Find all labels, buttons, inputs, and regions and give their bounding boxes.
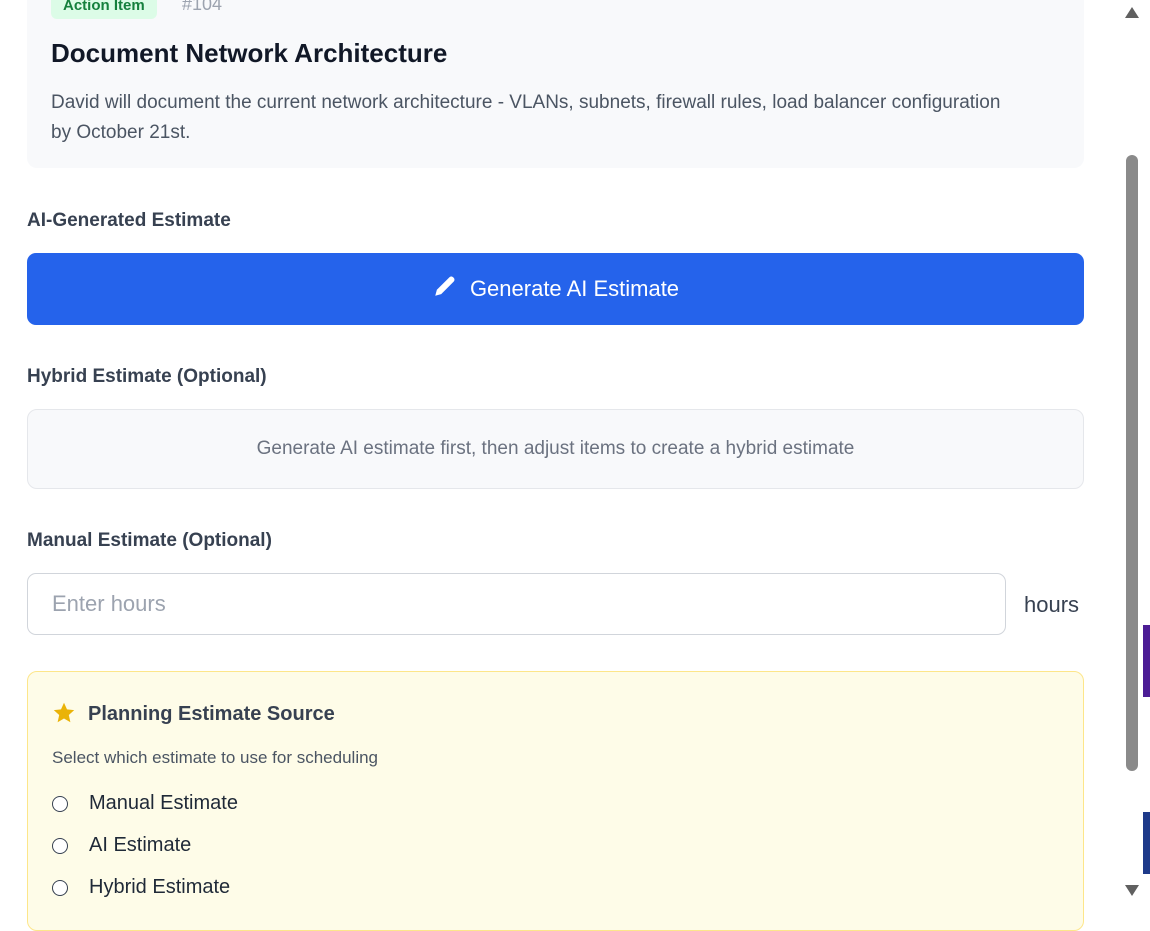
star-icon [52, 701, 76, 730]
generate-ai-estimate-button[interactable]: Generate AI Estimate [27, 253, 1084, 325]
radio-label-hybrid: Hybrid Estimate [89, 876, 231, 898]
scrollbar-thumb[interactable] [1126, 155, 1138, 771]
action-item-title: Document Network Architecture [51, 38, 448, 68]
radio-option-ai[interactable]: AI Estimate [52, 834, 191, 857]
action-item-number: #104 [182, 0, 223, 14]
radio-option-manual[interactable]: Manual Estimate [52, 792, 238, 815]
background-edge-accent [1143, 625, 1150, 697]
hours-unit-label: hours [1024, 592, 1080, 617]
manual-hours-input[interactable] [27, 573, 1006, 635]
radio-button[interactable] [52, 795, 68, 812]
hybrid-estimate-hint: Generate AI estimate first, then adjust … [256, 438, 855, 459]
action-item-card: Action Item #104 Document Network Archit… [27, 0, 1084, 168]
action-item-description: David will document the current network … [51, 92, 1001, 143]
scroll-down-arrow-icon[interactable] [1124, 883, 1140, 897]
generate-ai-estimate-label: Generate AI Estimate [469, 276, 680, 301]
ai-estimate-label: AI-Generated Estimate [27, 210, 231, 231]
radio-label-manual: Manual Estimate [89, 792, 238, 814]
radio-option-hybrid[interactable]: Hybrid Estimate [52, 876, 230, 899]
hybrid-estimate-label: Hybrid Estimate (Optional) [27, 366, 267, 387]
radio-label-ai: AI Estimate [89, 834, 192, 856]
scroll-up-arrow-icon[interactable] [1124, 6, 1140, 20]
radio-button[interactable] [52, 879, 68, 896]
radio-button[interactable] [52, 837, 68, 854]
planning-source-title: Planning Estimate Source [88, 703, 335, 725]
action-item-badge: Action Item [51, 0, 157, 19]
manual-estimate-label: Manual Estimate (Optional) [27, 530, 272, 551]
planning-source-subtitle: Select which estimate to use for schedul… [52, 748, 379, 767]
pencil-icon [432, 273, 458, 305]
planning-source-panel: Planning Estimate Source Select which es… [27, 671, 1084, 931]
hybrid-estimate-placeholder: Generate AI estimate first, then adjust … [27, 409, 1084, 489]
background-edge-accent [1143, 812, 1150, 874]
